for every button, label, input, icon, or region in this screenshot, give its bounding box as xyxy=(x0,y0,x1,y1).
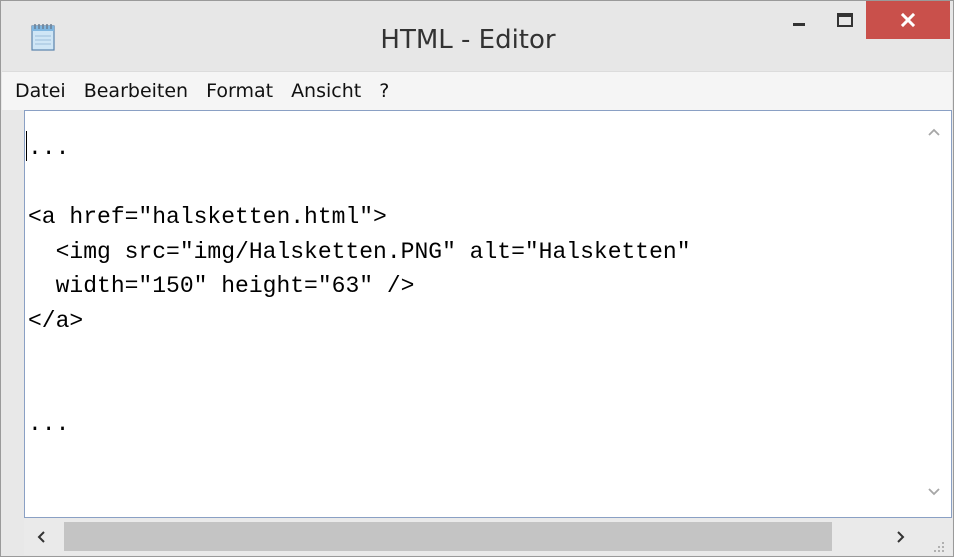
menu-item-help[interactable]: ? xyxy=(370,74,398,108)
menu-item-format[interactable]: Format xyxy=(197,74,282,108)
editor-text[interactable]: ... <a href="halsketten.html"> <img src=… xyxy=(28,131,908,491)
scroll-down-button[interactable] xyxy=(917,477,951,507)
scroll-left-button[interactable] xyxy=(24,518,58,555)
title-bar[interactable]: HTML - Editor xyxy=(1,1,953,71)
chevron-right-icon xyxy=(897,530,905,543)
horizontal-scrollbar[interactable] xyxy=(24,518,952,555)
close-icon xyxy=(900,12,916,28)
menu-item-bearbeiten[interactable]: Bearbeiten xyxy=(75,74,197,108)
chevron-down-icon xyxy=(928,488,940,496)
minimize-icon xyxy=(793,23,805,26)
window-title-text: HTML - Editor xyxy=(380,25,556,55)
scroll-right-button[interactable] xyxy=(884,518,918,555)
maximize-button[interactable] xyxy=(823,1,867,39)
maximize-icon xyxy=(837,13,853,27)
close-button[interactable] xyxy=(866,1,950,39)
horizontal-scroll-thumb[interactable] xyxy=(64,522,832,551)
chevron-up-icon xyxy=(928,128,940,136)
minimize-button[interactable] xyxy=(777,1,821,39)
vertical-scrollbar[interactable] xyxy=(917,111,951,497)
text-editor[interactable]: ... <a href="halsketten.html"> <img src=… xyxy=(24,110,952,518)
resize-grip-icon[interactable] xyxy=(918,518,952,555)
menu-item-ansicht[interactable]: Ansicht xyxy=(282,74,370,108)
chevron-left-icon xyxy=(37,530,45,543)
text-cursor xyxy=(26,131,27,161)
menu-bar: Datei Bearbeiten Format Ansicht ? xyxy=(2,71,952,110)
scroll-up-button[interactable] xyxy=(917,117,951,147)
menu-item-datei[interactable]: Datei xyxy=(2,74,75,108)
